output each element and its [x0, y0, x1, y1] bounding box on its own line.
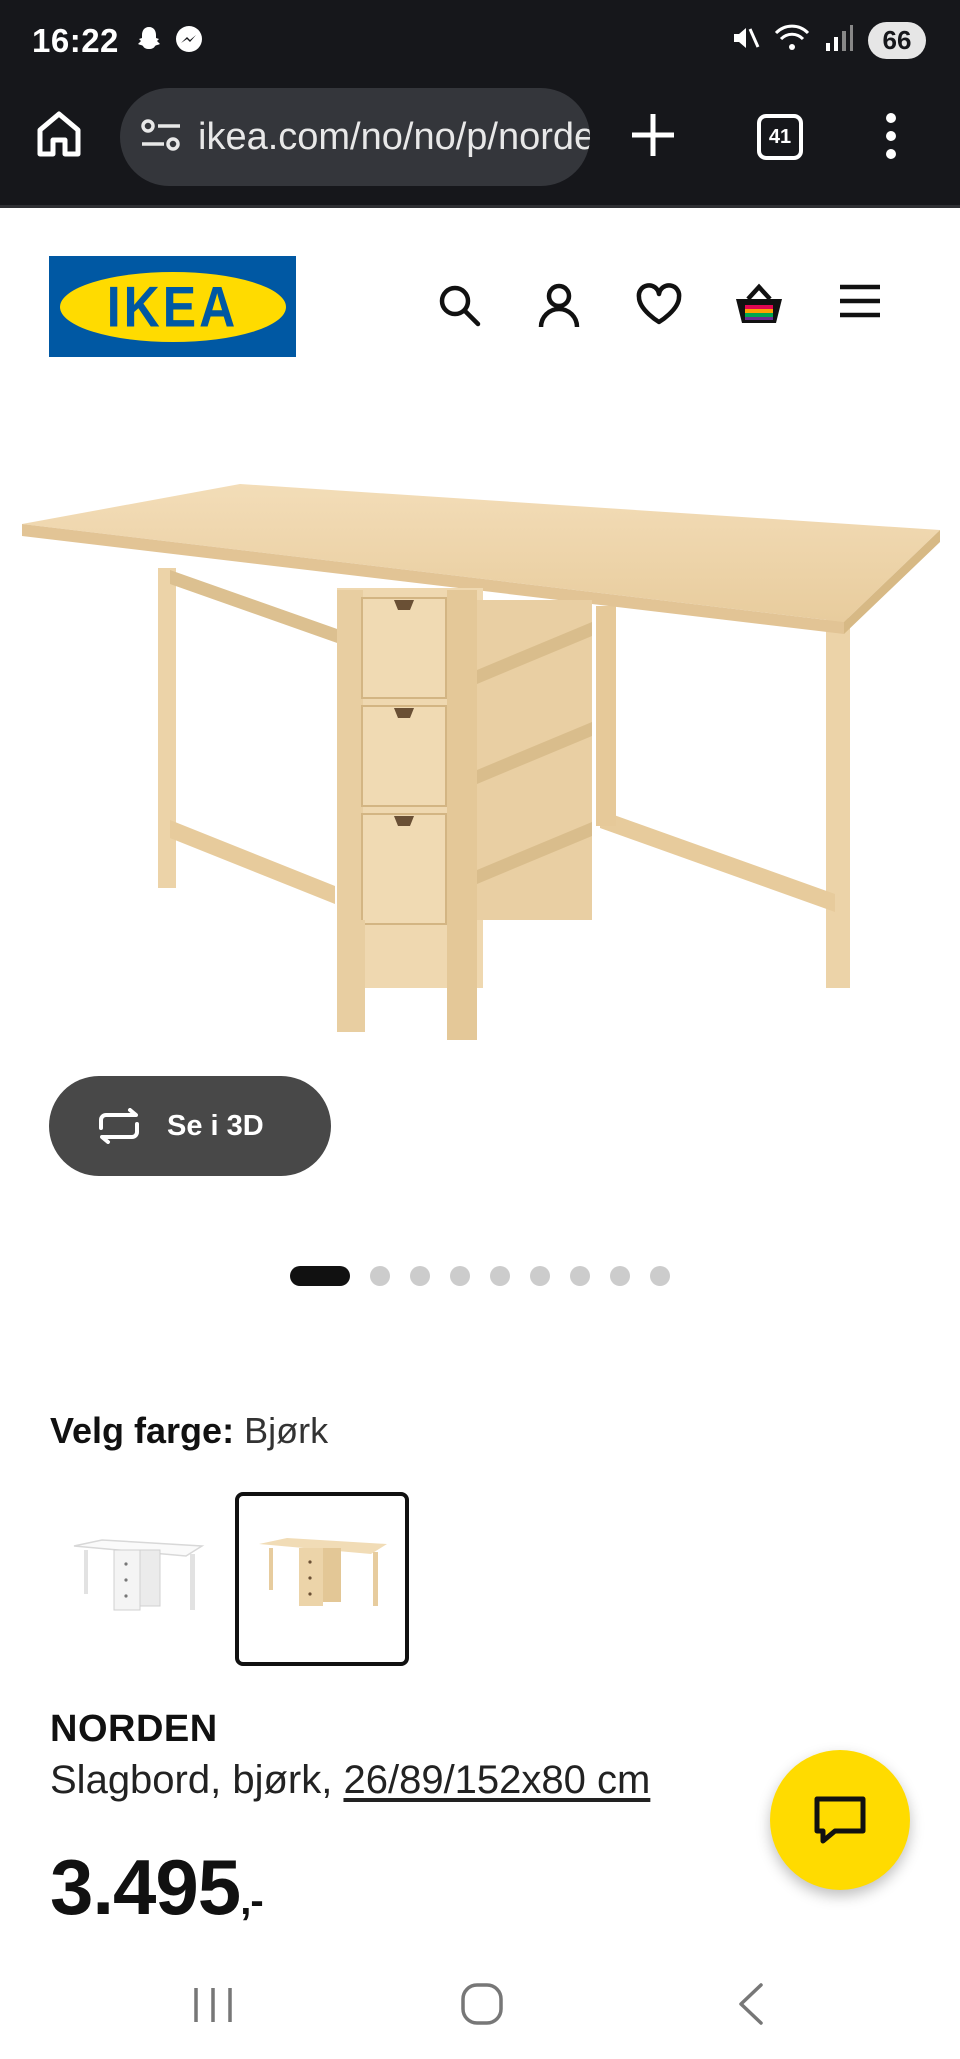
gateleg-table-image: [22, 484, 940, 1048]
signal-icon: [824, 23, 854, 58]
account-button[interactable]: [538, 283, 580, 334]
product-type: Slagbord, bjørk,: [50, 1758, 344, 1802]
product-description: Slagbord, bjørk, 26/89/152x80 cm: [50, 1758, 650, 1803]
notification-icons: [134, 24, 204, 59]
image-carousel-indicator: [290, 1266, 670, 1286]
battery-level: 66: [868, 22, 926, 59]
snapchat-icon: [134, 24, 164, 59]
address-bar[interactable]: ikea.com/no/no/p/norden: [120, 88, 590, 186]
carousel-dot[interactable]: [450, 1266, 470, 1286]
main-menu-button[interactable]: [838, 283, 882, 324]
system-status-icons: 66: [730, 22, 926, 59]
carousel-dot[interactable]: [410, 1266, 430, 1286]
wifi-icon: [774, 23, 810, 58]
recents-icon: [194, 1988, 232, 2022]
product-price: 3.495,-: [50, 1842, 264, 1933]
chat-button[interactable]: [770, 1750, 910, 1890]
chat-icon: [814, 1796, 866, 1844]
ikea-logo[interactable]: IKEA: [49, 256, 296, 357]
product-name: NORDEN: [50, 1708, 218, 1750]
color-option-birch[interactable]: [235, 1492, 409, 1666]
browser-toolbar: 16:22 66 ikea.com/no/no/p/norden 41: [0, 0, 960, 208]
search-icon: [439, 285, 481, 327]
back-icon: [739, 1983, 763, 2025]
tab-switcher-button[interactable]: 41: [757, 114, 803, 160]
back-button[interactable]: [735, 1982, 765, 2031]
account-icon: [538, 283, 580, 328]
carousel-dot[interactable]: [650, 1266, 670, 1286]
carousel-dot[interactable]: [290, 1266, 350, 1286]
url-text[interactable]: ikea.com/no/no/p/norden: [198, 116, 590, 159]
system-navigation-bar: [0, 1950, 960, 2059]
mute-icon: [730, 23, 760, 58]
view-in-3d-button[interactable]: Se i 3D: [49, 1076, 331, 1176]
white-table-thumbnail: [73, 1539, 205, 1611]
status-time: 16:22: [32, 22, 119, 59]
browser-menu-button[interactable]: [884, 112, 898, 165]
system-home-button[interactable]: [460, 1982, 504, 2031]
view-in-3d-label: Se i 3D: [167, 1109, 264, 1142]
carousel-dot[interactable]: [490, 1266, 510, 1286]
price-suffix: ,-: [240, 1879, 263, 1923]
birch-table-thumbnail: [259, 1538, 387, 1606]
logo-text: IKEA: [106, 274, 239, 339]
color-selection-label: Velg farge: Bjørk: [50, 1410, 328, 1452]
color-option-white[interactable]: [62, 1492, 236, 1666]
recents-button[interactable]: [192, 1986, 234, 2029]
more-vertical-icon: [886, 113, 896, 159]
rotate-3d-icon: [99, 1108, 139, 1144]
basket-button[interactable]: [733, 283, 785, 332]
wishlist-button[interactable]: [636, 283, 682, 330]
color-label-title: Velg farge:: [50, 1410, 235, 1451]
logo-oval: IKEA: [59, 271, 286, 342]
menu-icon: [840, 284, 880, 318]
basket-icon: [736, 283, 782, 323]
product-image[interactable]: [0, 440, 960, 1048]
messenger-icon: [174, 24, 204, 59]
color-label-value: Bjørk: [244, 1410, 329, 1451]
tab-count: 41: [768, 125, 792, 148]
product-dimensions-link[interactable]: 26/89/152x80 cm: [343, 1758, 650, 1802]
search-button[interactable]: [437, 283, 481, 332]
price-amount: 3.495: [50, 1843, 241, 1931]
new-tab-button[interactable]: [630, 112, 676, 163]
home-button[interactable]: [36, 110, 82, 163]
site-settings-icon[interactable]: [140, 117, 182, 158]
carousel-dot[interactable]: [570, 1266, 590, 1286]
plus-icon: [632, 114, 674, 156]
home-icon: [37, 111, 81, 157]
carousel-dot[interactable]: [610, 1266, 630, 1286]
carousel-dot[interactable]: [530, 1266, 550, 1286]
home-circle-icon: [461, 1983, 503, 2025]
heart-icon: [636, 283, 682, 325]
carousel-dot[interactable]: [370, 1266, 390, 1286]
